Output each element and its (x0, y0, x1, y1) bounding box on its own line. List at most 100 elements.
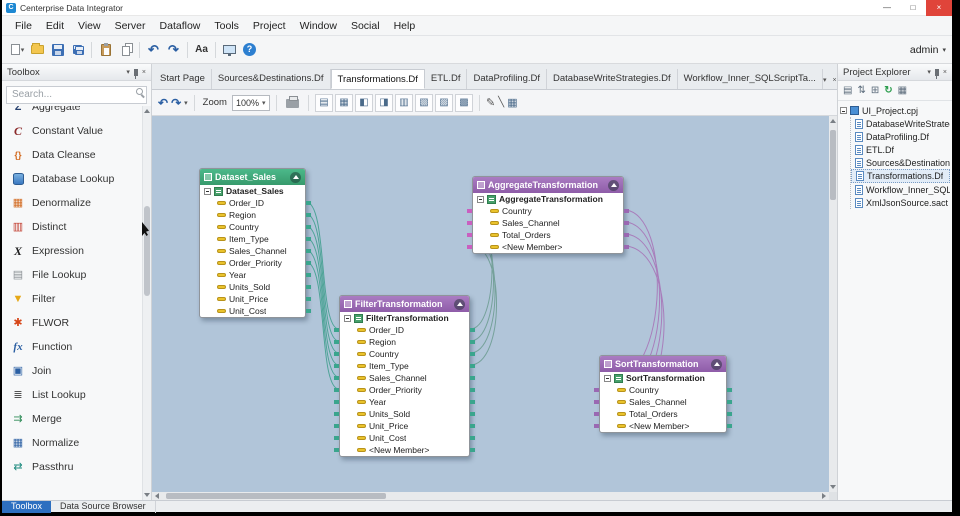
output-port[interactable] (624, 209, 629, 213)
menu-item[interactable]: Social (344, 18, 387, 34)
toolbox-scrollbar[interactable] (142, 106, 151, 500)
toolbox-item[interactable]: ▼ Filter (2, 287, 142, 311)
field-row[interactable]: Year (200, 269, 311, 281)
toolbox-item[interactable]: ▦ Denormalize (2, 191, 142, 215)
node-sort-transformation[interactable]: SortTransformation SortTransformation Co… (594, 355, 732, 433)
field-row[interactable]: Sales_Channel (334, 372, 475, 384)
output-port[interactable] (624, 233, 629, 237)
panel-menu-caret-icon[interactable]: ▾ (126, 69, 130, 76)
panel-close-icon[interactable]: × (943, 69, 947, 76)
project-tool-icon[interactable]: ↻ (884, 85, 892, 96)
user-caret-icon[interactable]: ▾ (942, 46, 946, 54)
output-port[interactable] (624, 221, 629, 225)
output-port[interactable] (470, 340, 475, 344)
field-row[interactable]: Sales_Channel (467, 217, 629, 229)
collapse-button[interactable] (290, 171, 301, 183)
menu-item[interactable]: Edit (39, 18, 71, 34)
search-input[interactable] (6, 85, 147, 104)
input-port[interactable] (594, 412, 599, 416)
scroll-thumb[interactable] (166, 493, 386, 499)
redo-button[interactable]: ↷ (164, 40, 183, 60)
scroll-up-icon[interactable] (830, 119, 836, 123)
bottom-tab-toolbox[interactable]: Toolbox (2, 501, 52, 513)
input-port[interactable] (334, 328, 339, 332)
scroll-up-icon[interactable] (144, 109, 150, 113)
field-row[interactable]: Year (334, 396, 475, 408)
input-port[interactable] (334, 376, 339, 380)
node-header[interactable]: AggregateTransformation (473, 177, 623, 193)
output-port[interactable] (727, 400, 732, 404)
input-port[interactable] (334, 388, 339, 392)
output-port[interactable] (470, 400, 475, 404)
font-button[interactable]: Aa (192, 40, 211, 60)
toolbox-item[interactable]: ⇄ Passthru (2, 455, 142, 479)
node-filter-transformation[interactable]: FilterTransformation FilterTransformatio… (334, 295, 475, 457)
input-port[interactable] (467, 221, 472, 225)
undo-button[interactable]: ↶ (144, 40, 163, 60)
scroll-down-icon[interactable] (830, 485, 836, 489)
panel-close-icon[interactable]: × (142, 69, 146, 76)
field-row[interactable]: Country (334, 348, 475, 360)
menu-item[interactable]: Tools (207, 18, 246, 34)
toolbox-item[interactable]: X Expression (2, 239, 142, 263)
layout-tool-icon[interactable]: ▧ (414, 93, 433, 112)
project-tree-item[interactable]: Transformations.Df (851, 169, 950, 183)
input-port[interactable] (334, 352, 339, 356)
menu-item[interactable]: Server (108, 18, 153, 34)
project-tool-icon[interactable]: ⇅ (857, 85, 865, 96)
output-port[interactable] (306, 201, 311, 205)
scroll-thumb[interactable] (144, 206, 150, 296)
copy-button[interactable] (116, 40, 135, 60)
pencil-icon[interactable]: ✎ (486, 96, 495, 109)
tab-start-page[interactable]: Start Page (154, 69, 212, 89)
layout-tool-icon[interactable]: ◧ (354, 93, 373, 112)
toolbox-item[interactable]: ▣ Join (2, 359, 142, 383)
field-row[interactable]: <New Member> (594, 420, 732, 432)
output-port[interactable] (727, 412, 732, 416)
tab-dataprofiling[interactable]: DataProfiling.Df (467, 69, 548, 89)
project-tree-item[interactable]: DataProfiling.Df (851, 130, 950, 143)
menu-item[interactable]: View (71, 18, 108, 34)
print-button[interactable] (283, 93, 302, 113)
output-port[interactable] (306, 273, 311, 277)
tab-close-icon[interactable]: × (832, 77, 836, 84)
layout-tool-icon[interactable]: ▥ (394, 93, 413, 112)
layout-tool-icon[interactable]: ▦ (334, 93, 353, 112)
output-port[interactable] (470, 448, 475, 452)
node-aggregate-transformation[interactable]: AggregateTransformation AggregateTransfo… (467, 176, 629, 254)
toolbox-item[interactable]: ▦ Normalize (2, 431, 142, 455)
tab-sources-destinations[interactable]: Sources&Destinations.Df (212, 69, 331, 89)
dataflow-canvas[interactable]: Dataset_Sales Dataset_Sales Order_ID Reg… (152, 116, 837, 500)
node-root-row[interactable]: AggregateTransformation (473, 193, 623, 205)
input-port[interactable] (334, 436, 339, 440)
help-button[interactable]: ? (240, 40, 259, 60)
layout-tool-icon[interactable]: ▨ (434, 93, 453, 112)
toolbox-item[interactable]: fx Function (2, 335, 142, 359)
output-port[interactable] (727, 388, 732, 392)
field-row[interactable]: Order_ID (334, 324, 475, 336)
nav-caret-icon[interactable]: ▾ (184, 99, 188, 107)
field-row[interactable]: Unit_Price (200, 293, 311, 305)
field-row[interactable]: <New Member> (467, 241, 629, 253)
menu-item[interactable]: Window (293, 18, 344, 34)
paste-button[interactable] (96, 40, 115, 60)
zoom-select[interactable]: 100% ▾ (231, 94, 270, 111)
project-tree-item[interactable]: ETL.Df (851, 143, 950, 156)
expand-icon[interactable] (204, 187, 211, 195)
scroll-thumb[interactable] (830, 130, 836, 200)
field-row[interactable]: Region (200, 209, 311, 221)
field-row[interactable]: Order_ID (200, 197, 311, 209)
input-port[interactable] (334, 400, 339, 404)
pin-icon[interactable] (133, 68, 138, 79)
minimize-button[interactable]: — (874, 0, 900, 16)
field-row[interactable]: Order_Priority (200, 257, 311, 269)
output-port[interactable] (306, 297, 311, 301)
toolbox-item[interactable]: Database Lookup (2, 167, 142, 191)
output-port[interactable] (470, 328, 475, 332)
nav-back-icon[interactable]: ↶ (158, 97, 168, 109)
input-port[interactable] (467, 209, 472, 213)
menu-item[interactable]: Project (246, 18, 293, 34)
output-port[interactable] (470, 352, 475, 356)
input-port[interactable] (334, 412, 339, 416)
tab-workflow-inner-sqlscript[interactable]: Workflow_Inner_SQLScriptTa... (678, 69, 823, 89)
